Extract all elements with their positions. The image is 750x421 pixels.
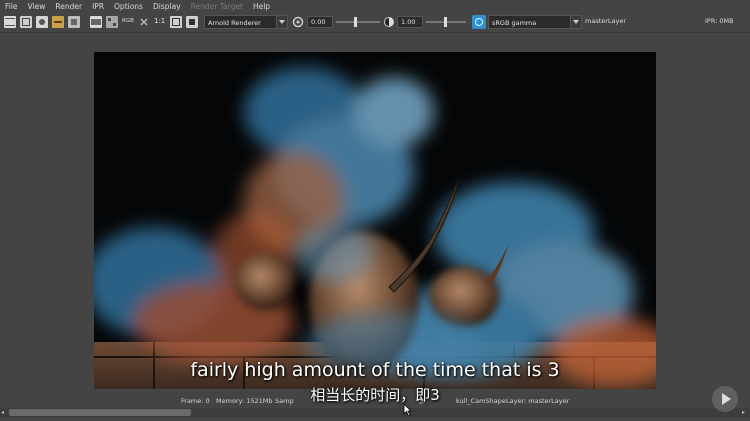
- refresh-icon[interactable]: [138, 16, 150, 28]
- gamma-field[interactable]: 1.00: [397, 16, 423, 28]
- exposure-slider-handle[interactable]: [354, 17, 357, 27]
- subtitle-chinese: 相当长的时间，即3: [310, 386, 440, 404]
- menu-ipr[interactable]: IPR: [87, 2, 109, 11]
- gamma-value: 1.00: [401, 18, 416, 26]
- rendered-image: [94, 52, 656, 389]
- exposure-slider-track[interactable]: [336, 21, 380, 23]
- frame-all-icon[interactable]: [186, 16, 198, 28]
- subtitle-english: fairly high amount of the time that is 3: [190, 359, 560, 381]
- render-viewport[interactable]: [0, 33, 750, 389]
- menu-bar: File View Render IPR Options Display Ren…: [0, 0, 750, 12]
- real-size-icon[interactable]: [170, 16, 182, 28]
- renderer-value: Arnold Renderer: [208, 19, 261, 27]
- exposure-field[interactable]: 0.00: [307, 16, 333, 28]
- rgb-channel-label[interactable]: RGB: [122, 18, 134, 24]
- snapshot-icon[interactable]: [36, 16, 48, 28]
- menu-file[interactable]: File: [0, 2, 23, 11]
- scroll-left-icon[interactable]: ◂: [1, 409, 7, 416]
- colorspace-value: sRGB gamma: [492, 19, 537, 27]
- colorspace-dropdown[interactable]: sRGB gamma: [488, 15, 582, 29]
- menu-options[interactable]: Options: [109, 2, 148, 11]
- scroll-right-icon[interactable]: ▸: [742, 409, 748, 416]
- mouse-cursor-icon: [403, 403, 412, 417]
- chevron-down-icon: [570, 16, 581, 28]
- menu-render[interactable]: Render: [50, 2, 87, 11]
- ipr-memory-label: IPR: 0MB: [705, 17, 734, 25]
- render-region-icon[interactable]: [20, 16, 32, 28]
- remove-image-icon[interactable]: [68, 16, 80, 28]
- channels-icon[interactable]: [106, 16, 118, 28]
- exposure-icon[interactable]: [292, 16, 304, 28]
- renderer-dropdown[interactable]: Arnold Renderer: [204, 15, 288, 29]
- scrollbar-thumb[interactable]: [9, 409, 191, 416]
- horizontal-scrollbar[interactable]: ◂ ▸: [0, 408, 750, 417]
- chevron-down-icon: [276, 16, 287, 28]
- play-icon[interactable]: [712, 386, 738, 412]
- render-toolbar: RGB 1:1 Arnold Renderer 0.00 1.00 sRGB g…: [0, 12, 750, 33]
- gamma-slider-handle[interactable]: [444, 17, 447, 27]
- color-management-icon[interactable]: [472, 15, 486, 29]
- layer-label: masterLayer: [585, 17, 627, 25]
- ratio-label[interactable]: 1:1: [154, 17, 165, 25]
- keep-image-icon[interactable]: [52, 16, 64, 28]
- ipr-icon[interactable]: [90, 16, 102, 28]
- menu-display[interactable]: Display: [148, 2, 186, 11]
- exposure-value: 0.00: [311, 18, 326, 26]
- menu-view[interactable]: View: [23, 2, 51, 11]
- gamma-icon[interactable]: [383, 16, 395, 28]
- menu-render-target: Render Target: [190, 1, 243, 11]
- smoke-skull-render: [94, 52, 656, 389]
- menu-help[interactable]: Help: [248, 2, 275, 11]
- render-frame-icon[interactable]: [4, 16, 16, 28]
